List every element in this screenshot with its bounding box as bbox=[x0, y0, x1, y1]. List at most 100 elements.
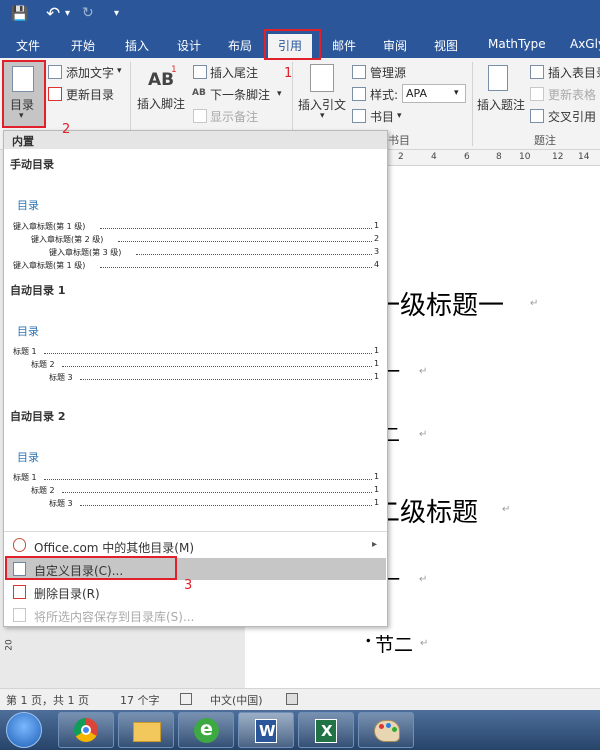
bibliography-dropdown-icon[interactable]: ▾ bbox=[397, 111, 402, 121]
style-select-value: APA bbox=[406, 87, 427, 100]
insert-table-of-figures-button[interactable]: 插入表目录 bbox=[548, 64, 600, 81]
insert-citation-icon bbox=[310, 64, 334, 92]
tab-axglyph[interactable]: AxGly bbox=[570, 37, 600, 51]
vertical-ruler-label: 20 bbox=[4, 639, 15, 651]
toc-preview-entry: 键入章标题(第 1 级) bbox=[13, 222, 86, 231]
submenu-arrow-icon: ▸ bbox=[372, 539, 378, 550]
toc-preview-page: 1 bbox=[374, 359, 380, 368]
update-toc-button[interactable]: 更新目录 bbox=[66, 86, 114, 103]
status-word-count[interactable]: 17 个字 bbox=[120, 692, 160, 708]
toc-leader-dots bbox=[118, 235, 372, 242]
cross-reference-button[interactable]: 交叉引用 bbox=[548, 108, 596, 125]
toc-preview-page: 1 bbox=[374, 472, 380, 481]
menu-divider bbox=[4, 531, 387, 532]
insert-footnote-button[interactable]: 插入脚注 bbox=[137, 95, 185, 112]
auto-toc-1-title: 自动目录 1 bbox=[10, 284, 66, 297]
tab-layout[interactable]: 布局 bbox=[228, 37, 252, 54]
toc-preview-page: 1 bbox=[374, 498, 380, 507]
taskbar-ie[interactable]: e bbox=[178, 712, 234, 748]
paint-dot-red bbox=[379, 724, 384, 729]
status-bar bbox=[0, 688, 600, 710]
manage-sources-icon bbox=[352, 65, 366, 79]
style-select-dropdown-icon: ▾ bbox=[454, 88, 459, 98]
update-toc-icon bbox=[48, 87, 62, 101]
toc-preview-entry: 标题 2 bbox=[31, 360, 55, 369]
annotation-box-toc-button bbox=[2, 60, 46, 128]
manual-toc-preview-title: 目录 bbox=[17, 199, 39, 212]
macro-record-icon[interactable] bbox=[286, 693, 298, 705]
toc-leader-dots bbox=[80, 499, 372, 506]
tab-design[interactable]: 设计 bbox=[177, 37, 201, 54]
toc-preview-entry: 标题 3 bbox=[49, 499, 73, 508]
update-table-icon bbox=[530, 87, 544, 101]
toc-preview-entry: 键入章标题(第 3 级) bbox=[49, 248, 122, 257]
doc-heading-1[interactable]: 一级标题一 bbox=[374, 285, 504, 322]
ruler-tick-label: 12 bbox=[552, 152, 564, 162]
tab-view[interactable]: 视图 bbox=[434, 37, 458, 54]
auto-toc-1-preview-title: 目录 bbox=[17, 325, 39, 338]
redo-icon[interactable]: ↻ bbox=[82, 5, 94, 21]
save-icon[interactable]: 💾 bbox=[11, 6, 28, 22]
tab-file[interactable]: 文件 bbox=[16, 37, 40, 54]
taskbar-chrome[interactable] bbox=[58, 712, 114, 748]
taskbar-paint[interactable] bbox=[358, 712, 414, 748]
toc-leader-dots bbox=[62, 486, 372, 493]
annotation-number-3: 3 bbox=[184, 578, 193, 593]
customize-qat-icon[interactable]: ▾ bbox=[114, 8, 119, 19]
toc-leader-dots bbox=[44, 347, 372, 354]
doc-section-4[interactable]: 节二 bbox=[375, 630, 413, 657]
tab-review[interactable]: 审阅 bbox=[383, 37, 407, 54]
paint-dot-blue bbox=[386, 723, 391, 728]
ruler-tick-label: 8 bbox=[496, 152, 502, 162]
add-text-button[interactable]: 添加文字 bbox=[66, 64, 114, 81]
annotation-box-references-tab bbox=[264, 29, 321, 60]
excel-glyph: X bbox=[321, 722, 333, 740]
manual-toc-title: 手动目录 bbox=[10, 158, 54, 171]
tab-mailings[interactable]: 邮件 bbox=[332, 37, 356, 54]
paragraph-mark: ↵ bbox=[420, 638, 429, 649]
insert-caption-button[interactable]: 插入题注 bbox=[477, 96, 525, 113]
taskbar-explorer[interactable] bbox=[118, 712, 174, 748]
toc-preview-page: 4 bbox=[374, 260, 380, 269]
undo-dropdown-icon[interactable]: ▾ bbox=[65, 8, 70, 19]
taskbar-word[interactable]: W bbox=[238, 712, 294, 748]
status-language[interactable]: 中文(中国) bbox=[210, 692, 263, 708]
group-separator bbox=[472, 62, 473, 146]
next-footnote-button[interactable]: 下一条脚注 bbox=[210, 86, 270, 103]
ruler-tick-label: 6 bbox=[464, 152, 470, 162]
tab-home[interactable]: 开始 bbox=[71, 37, 95, 54]
doc-bullet: . bbox=[365, 625, 372, 647]
insert-endnote-icon bbox=[193, 65, 207, 79]
annotation-number-2: 2 bbox=[62, 122, 71, 137]
toc-preview-page: 1 bbox=[374, 372, 380, 381]
proofing-icon[interactable] bbox=[180, 693, 192, 705]
taskbar-excel[interactable]: X bbox=[298, 712, 354, 748]
office-icon bbox=[13, 538, 26, 552]
show-notes-button: 显示备注 bbox=[210, 110, 259, 124]
style-select[interactable]: APA ▾ bbox=[402, 84, 466, 103]
insert-endnote-button[interactable]: 插入尾注 bbox=[210, 64, 258, 81]
style-icon bbox=[352, 87, 366, 101]
status-page-count[interactable]: 第 1 页，共 1 页 bbox=[6, 692, 89, 708]
undo-icon[interactable]: ↶ bbox=[46, 4, 60, 24]
manage-sources-button[interactable]: 管理源 bbox=[370, 64, 406, 81]
ruler-tick-label: 4 bbox=[431, 152, 437, 162]
next-footnote-icon: AB bbox=[192, 88, 206, 98]
group-label-captions: 题注 bbox=[534, 134, 556, 147]
insert-table-of-figures-icon bbox=[530, 65, 544, 79]
add-text-dropdown-icon[interactable]: ▾ bbox=[117, 66, 122, 76]
ruler-tick-label: 2 bbox=[398, 152, 404, 162]
start-button[interactable] bbox=[6, 712, 42, 748]
show-notes-icon bbox=[193, 109, 207, 123]
doc-heading-2[interactable]: 二级标题 bbox=[374, 492, 478, 529]
tab-insert[interactable]: 插入 bbox=[125, 37, 149, 54]
insert-citation-dropdown-icon[interactable]: ▾ bbox=[320, 111, 325, 121]
save-selection-label: 将所选内容保存到目录库(S)... bbox=[34, 610, 195, 624]
toc-leader-dots bbox=[62, 360, 372, 367]
next-footnote-dropdown-icon[interactable]: ▾ bbox=[277, 89, 282, 99]
bibliography-button[interactable]: 书目 bbox=[370, 108, 394, 125]
toc-preview-entry: 标题 1 bbox=[13, 473, 37, 482]
ruler-tick-label: 10 bbox=[519, 152, 531, 162]
tab-mathtype[interactable]: MathType bbox=[488, 37, 546, 51]
ruler-tick-label: 14 bbox=[578, 152, 590, 162]
